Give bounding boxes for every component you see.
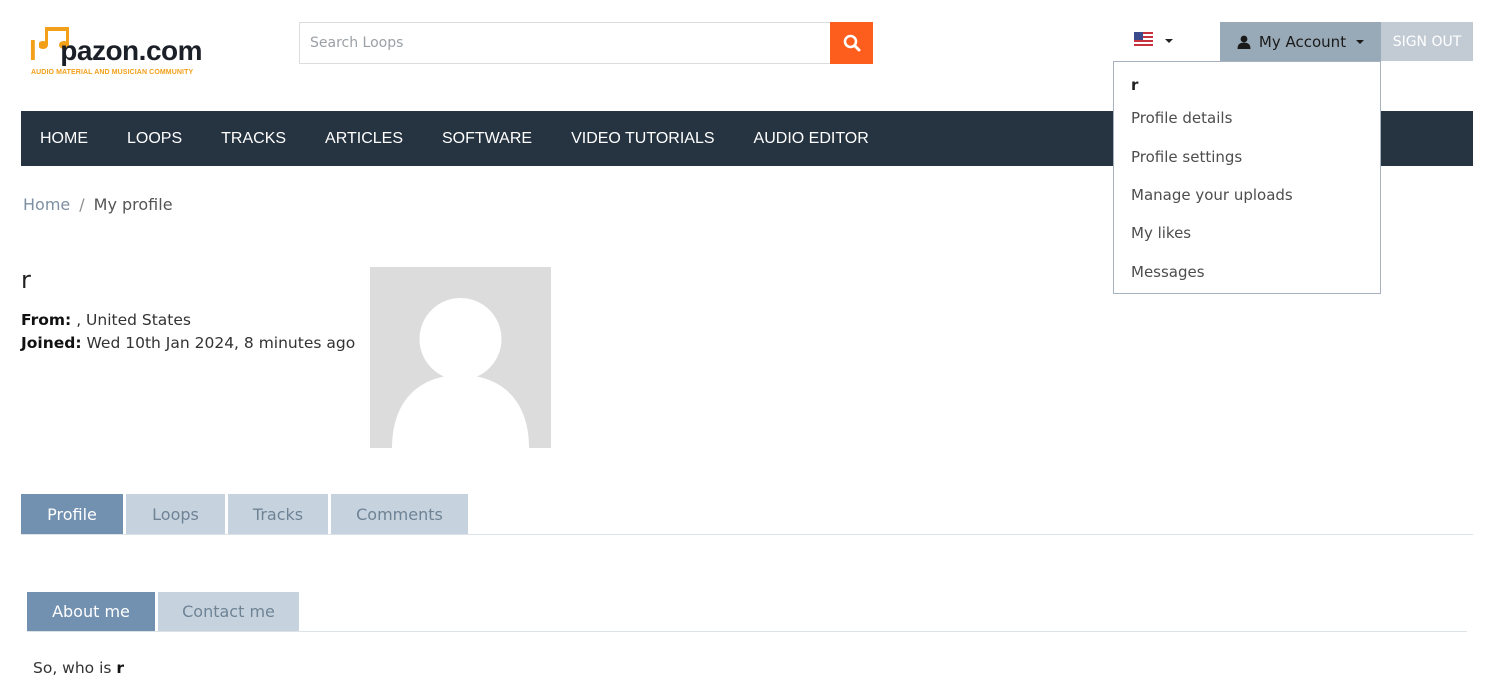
menu-item-manage-uploads[interactable]: Manage your uploads xyxy=(1114,176,1380,214)
dropdown-username: r xyxy=(1131,76,1139,94)
nav-item-loops[interactable]: LOOPS xyxy=(127,130,182,148)
about-name: r xyxy=(116,659,125,677)
search-bar xyxy=(299,22,873,64)
about-prefix: So, who is xyxy=(33,659,112,677)
profile-username: r xyxy=(21,266,31,294)
menu-item-messages[interactable]: Messages xyxy=(1114,253,1380,291)
chevron-down-icon xyxy=(1356,39,1365,44)
search-input[interactable] xyxy=(299,22,831,64)
my-account-button[interactable]: My Account xyxy=(1220,22,1381,61)
avatar xyxy=(370,267,551,448)
us-flag-icon xyxy=(1134,32,1153,46)
nav-item-home[interactable]: HOME xyxy=(40,130,88,148)
profile-from-row: From: , United States xyxy=(21,309,355,332)
default-avatar-icon xyxy=(370,267,551,448)
about-me-text: So, who is r xyxy=(33,659,124,677)
search-button[interactable] xyxy=(830,22,873,64)
logo-wordmark: l pazon.com xyxy=(29,35,203,67)
language-selector[interactable] xyxy=(1134,32,1173,46)
profile-meta: From: , United States Joined: Wed 10th J… xyxy=(21,309,355,355)
account-dropdown-menu: r Profile details Profile settings Manag… xyxy=(1113,61,1381,294)
tab-about-me[interactable]: About me xyxy=(27,592,155,631)
nav-item-tracks[interactable]: TRACKS xyxy=(221,130,286,148)
nav-item-audio-editor[interactable]: AUDIO EDITOR xyxy=(754,130,869,148)
tab-tracks[interactable]: Tracks xyxy=(228,494,328,534)
tab-profile[interactable]: Profile xyxy=(21,494,123,534)
breadcrumb: Home / My profile xyxy=(23,195,173,214)
logo-text: pazon.com xyxy=(60,35,203,66)
menu-item-my-likes[interactable]: My likes xyxy=(1114,214,1380,252)
tab-loops[interactable]: Loops xyxy=(126,494,225,534)
nav-item-articles[interactable]: ARTICLES xyxy=(325,130,403,148)
joined-value: Wed 10th Jan 2024, 8 minutes ago xyxy=(86,334,356,352)
logo-tagline: AUDIO MATERIAL AND MUSICIAN COMMUNITY xyxy=(31,69,194,76)
menu-item-profile-details[interactable]: Profile details xyxy=(1114,99,1380,137)
site-logo[interactable]: l pazon.com AUDIO MATERIAL AND MUSICIAN C… xyxy=(29,25,229,80)
my-account-label: My Account xyxy=(1258,32,1347,51)
sign-out-button[interactable]: SIGN OUT xyxy=(1381,22,1473,61)
nav-item-video-tutorials[interactable]: VIDEO TUTORIALS xyxy=(571,130,714,148)
from-label: From: xyxy=(21,311,72,329)
profile-subtabs: About me Contact me xyxy=(27,592,1467,632)
breadcrumb-home-link[interactable]: Home xyxy=(23,195,70,214)
breadcrumb-current: My profile xyxy=(93,195,173,214)
tab-comments[interactable]: Comments xyxy=(331,494,468,534)
search-icon xyxy=(843,34,860,52)
tab-contact-me[interactable]: Contact me xyxy=(158,592,299,631)
logo-letter-l: l xyxy=(29,35,37,66)
breadcrumb-separator: / xyxy=(79,195,85,214)
menu-item-profile-settings[interactable]: Profile settings xyxy=(1114,137,1380,175)
nav-item-software[interactable]: SOFTWARE xyxy=(442,130,532,148)
chevron-down-icon xyxy=(1165,38,1173,43)
profile-joined-row: Joined: Wed 10th Jan 2024, 8 minutes ago xyxy=(21,332,355,355)
joined-label: Joined: xyxy=(21,334,82,352)
from-value: , United States xyxy=(76,311,191,329)
user-icon xyxy=(1237,35,1251,49)
profile-tabs: Profile Loops Tracks Comments xyxy=(21,494,1473,535)
